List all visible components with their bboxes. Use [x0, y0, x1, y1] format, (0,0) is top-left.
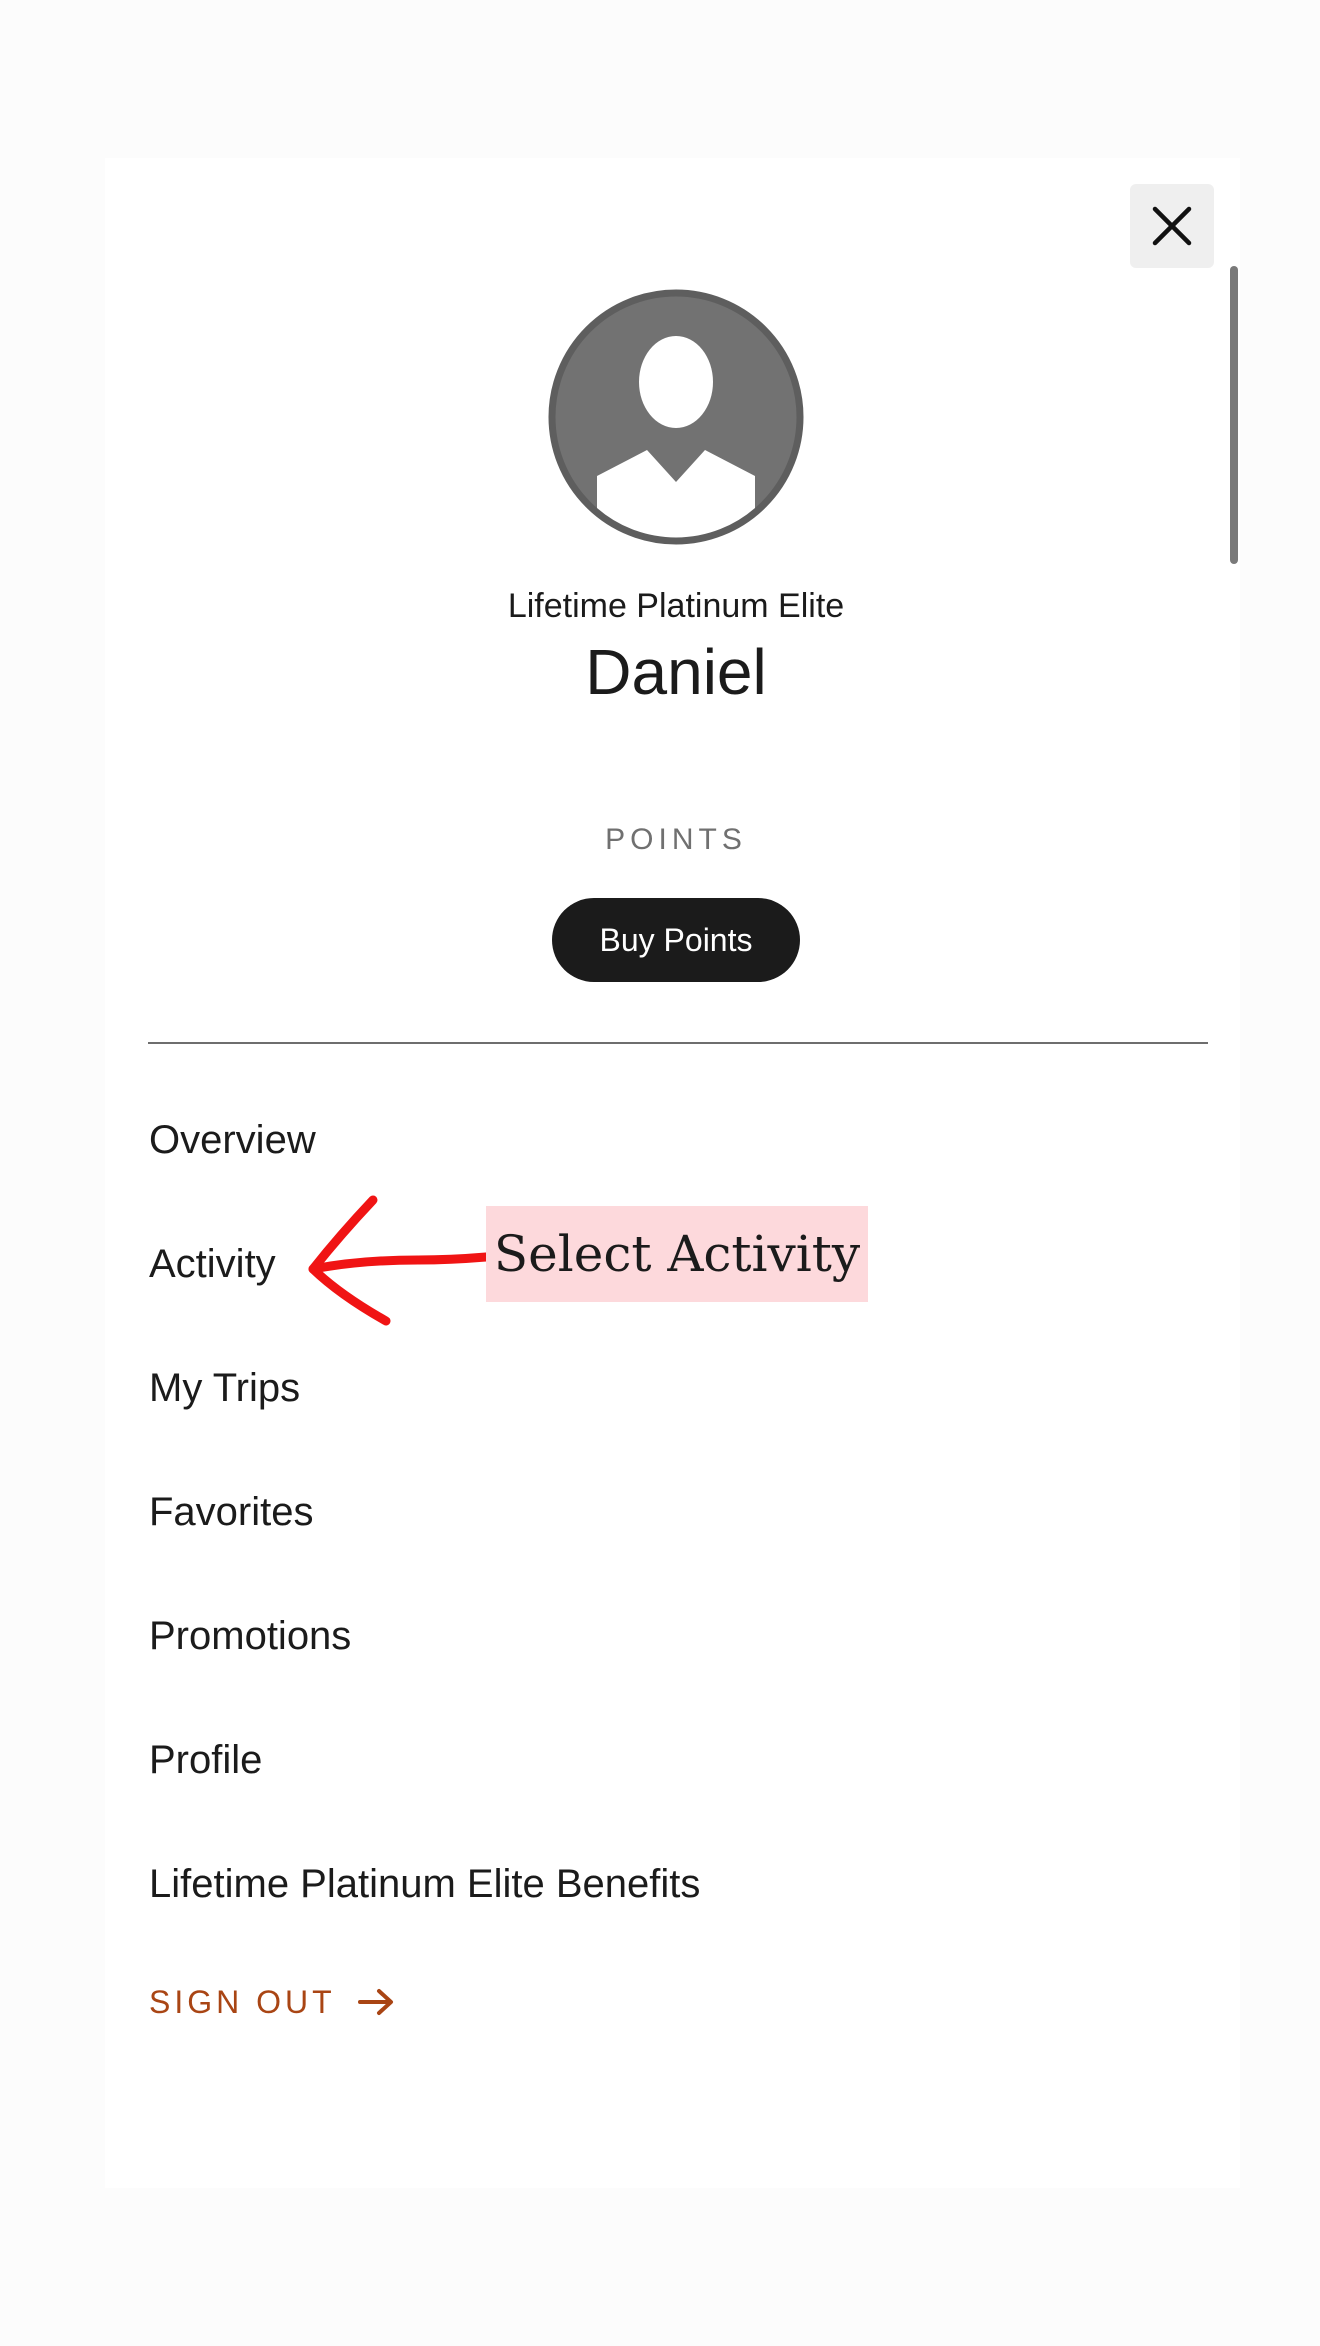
membership-tier: Lifetime Platinum Elite	[507, 587, 845, 625]
arrow-right-icon	[357, 1989, 393, 2015]
menu-item-favorites[interactable]: Favorites	[149, 1482, 700, 1606]
buy-points-button[interactable]: Buy Points	[552, 898, 800, 982]
close-button[interactable]	[1130, 184, 1214, 268]
menu-item-profile[interactable]: Profile	[149, 1730, 700, 1854]
points-label: POINTS	[605, 823, 747, 856]
scrollbar[interactable]	[1230, 266, 1238, 564]
user-avatar-icon	[545, 286, 807, 548]
user-name: Daniel	[585, 636, 767, 708]
sign-out-link[interactable]: SIGN OUT	[149, 1980, 394, 2024]
divider	[148, 1042, 1208, 1044]
annotation-label: Select Activity	[486, 1206, 868, 1302]
menu-item-my-trips[interactable]: My Trips	[149, 1358, 700, 1482]
annotation-arrow-icon	[308, 1195, 491, 1326]
menu-item-elite-benefits[interactable]: Lifetime Platinum Elite Benefits	[149, 1854, 700, 1978]
sign-out-label: SIGN OUT	[149, 1984, 336, 2020]
menu-item-promotions[interactable]: Promotions	[149, 1606, 700, 1730]
close-icon	[1152, 206, 1192, 246]
